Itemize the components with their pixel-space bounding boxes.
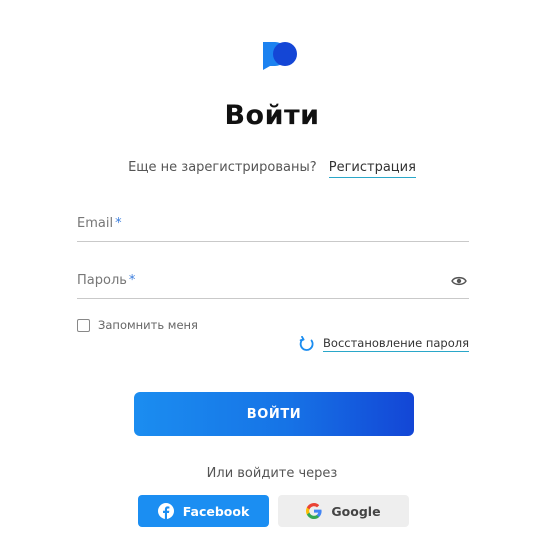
google-login-button[interactable]: Google (278, 495, 409, 527)
remember-me-label: Запомнить меня (98, 318, 198, 332)
eye-icon[interactable] (451, 275, 467, 287)
facebook-login-button[interactable]: Facebook (138, 495, 269, 527)
remember-me-checkbox[interactable]: Запомнить меня (77, 318, 198, 332)
restore-password-link[interactable]: Восстановление пароля (299, 336, 469, 352)
google-label: Google (331, 503, 381, 519)
register-prompt: Еще не зарегистрированы? (128, 160, 317, 175)
checkbox-box[interactable] (77, 318, 90, 332)
google-icon (306, 503, 323, 519)
page-title: Войти (224, 100, 320, 131)
login-button[interactable]: ВОЙТИ (134, 392, 414, 436)
email-input[interactable] (77, 212, 437, 240)
facebook-icon (157, 503, 174, 519)
refresh-icon (299, 336, 314, 351)
email-field[interactable]: Email * (77, 212, 469, 242)
login-page: Войти Еще не зарегистрированы? Регистрац… (0, 0, 544, 546)
brand-logo-icon (263, 42, 297, 70)
alt-login-prompt: Или войдите через (206, 466, 338, 481)
password-field[interactable]: Пароль * (77, 269, 469, 299)
password-input[interactable] (77, 269, 437, 297)
facebook-label: Facebook (182, 503, 250, 519)
register-link[interactable]: Регистрация (328, 160, 416, 178)
register-row: Еще не зарегистрированы? Регистрация (0, 160, 544, 178)
restore-password-label: Восстановление пароля (323, 336, 469, 352)
